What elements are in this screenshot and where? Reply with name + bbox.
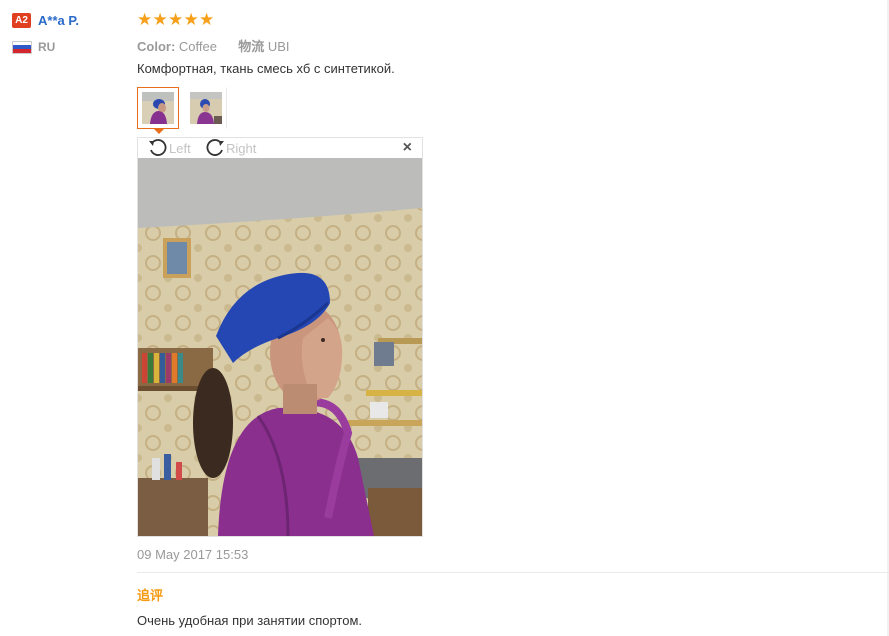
user-row: A2 A**a P.	[12, 13, 79, 28]
russia-flag-icon	[12, 40, 32, 54]
divider	[137, 572, 889, 573]
review-date: 09 May 2017 15:53	[137, 547, 249, 562]
close-viewer-button[interactable]: ×	[403, 140, 412, 156]
color-value: Coffee	[178, 39, 217, 54]
photo-thumbnail-1[interactable]	[137, 87, 179, 129]
rotate-left-label: Left	[169, 140, 191, 156]
photo-viewer: Left Right ×	[137, 137, 423, 537]
photo-thumbnail-2[interactable]	[185, 87, 227, 129]
photo-viewer-toolbar: Left Right ×	[138, 138, 422, 158]
star-icon: ★	[168, 10, 184, 29]
review-text: Комфортная, ткань смесь хб с синтетикой.	[137, 61, 395, 76]
rotate-right-label: Right	[226, 140, 257, 156]
star-rating: ★ ★ ★ ★ ★	[137, 10, 215, 29]
thumbnail-image	[190, 92, 222, 124]
star-icon: ★	[183, 10, 199, 29]
review-photo[interactable]	[138, 158, 422, 536]
rotate-right-button[interactable]: Right	[204, 138, 256, 158]
rotate-left-icon	[149, 139, 167, 156]
rotate-right-icon	[206, 139, 224, 156]
country-row: RU	[12, 40, 55, 54]
star-icon: ★	[152, 10, 168, 29]
reviewer-info: A2 A**a P. RU	[0, 0, 130, 636]
active-thumbnail-caret	[153, 128, 165, 134]
logistics-label: 物流	[238, 39, 265, 54]
star-icon: ★	[137, 10, 153, 29]
followup-title: 追评	[137, 588, 164, 603]
reviewer-name[interactable]: A**a P.	[38, 13, 79, 28]
country-code: RU	[38, 40, 56, 54]
color-label: Color:	[137, 39, 176, 54]
star-icon: ★	[199, 10, 215, 29]
logistics-value: UBI	[267, 39, 290, 54]
review-photo-image	[138, 158, 422, 536]
level-badge: A2	[12, 13, 31, 28]
thumbnail-image	[142, 92, 174, 124]
product-attributes: Color: Coffee 物流 UBI	[137, 36, 290, 55]
rotate-left-button[interactable]: Left	[147, 138, 191, 158]
followup-text: Очень удобная при занятии спортом.	[137, 613, 363, 628]
